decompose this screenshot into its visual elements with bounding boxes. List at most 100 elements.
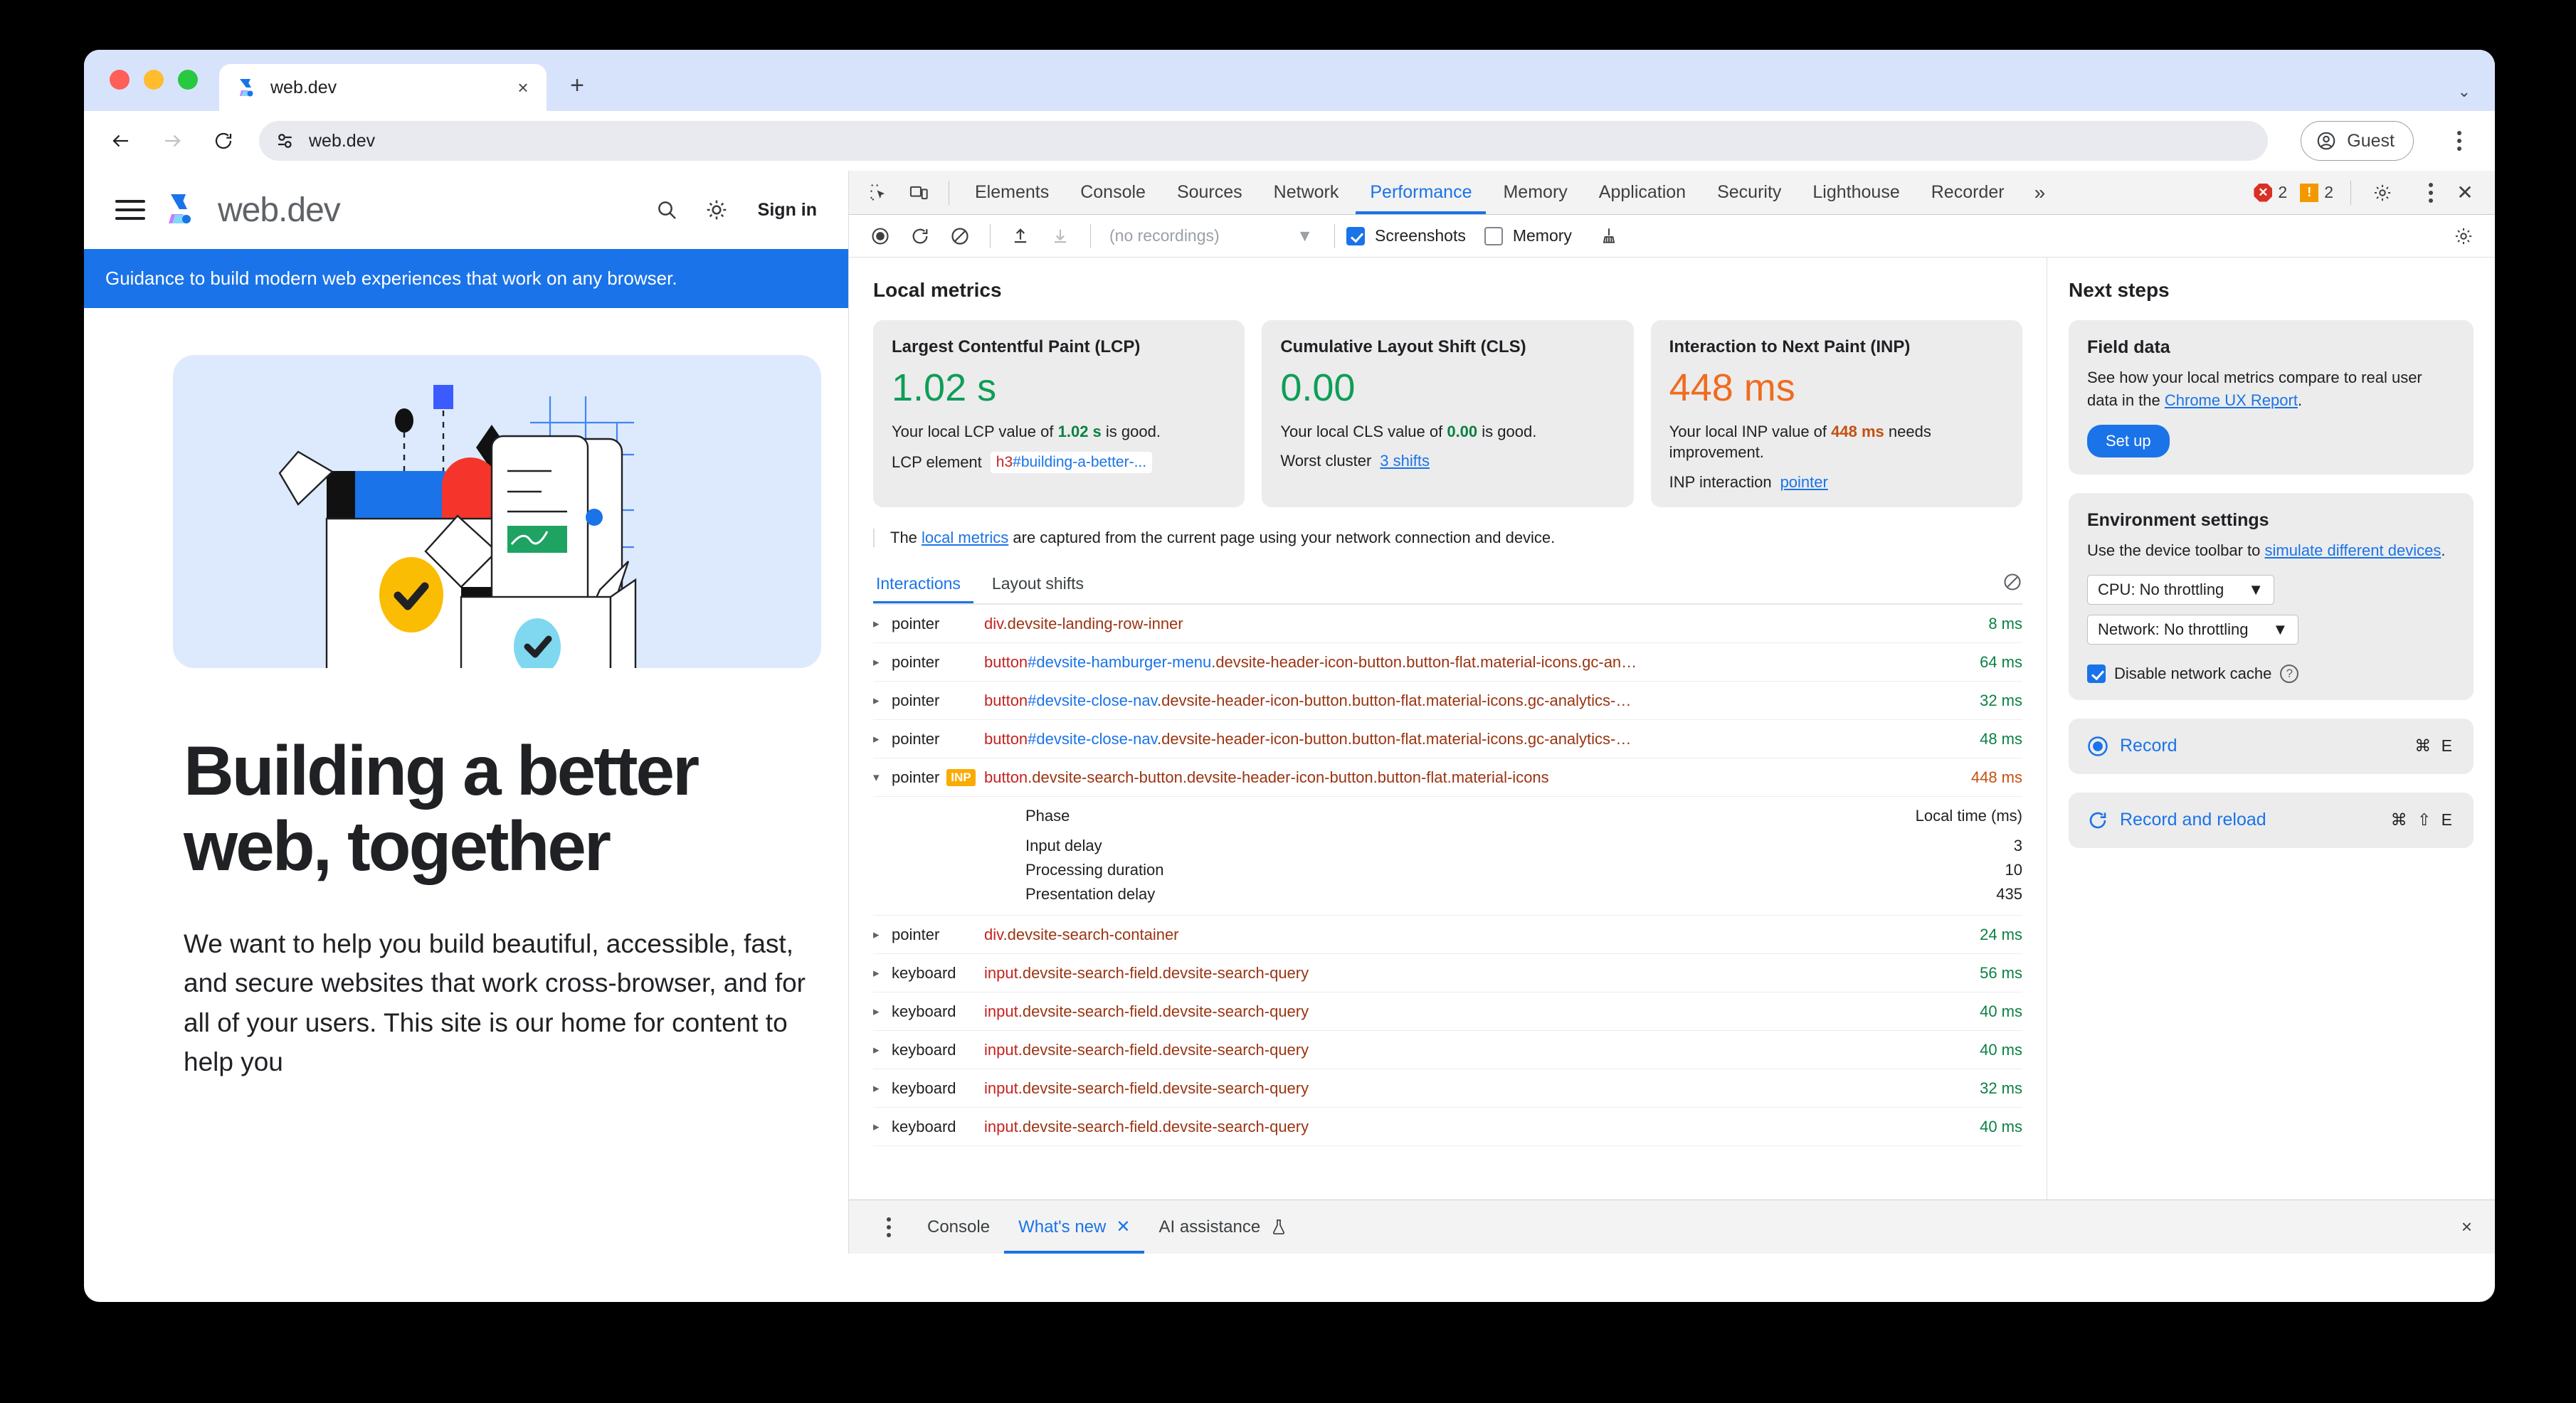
interaction-selector[interactable]: button#devsite-close-nav.devsite-header-…: [984, 692, 1937, 710]
minimize-window-button[interactable]: [144, 70, 164, 90]
capture-settings-icon[interactable]: [2445, 220, 2482, 253]
close-icon[interactable]: ✕: [2449, 181, 2481, 204]
tab-security[interactable]: Security: [1703, 171, 1795, 214]
warning-count-badge[interactable]: ! 2: [2296, 183, 2338, 202]
browser-menu-icon[interactable]: [2445, 131, 2474, 151]
expand-arrow-icon[interactable]: ▸: [873, 617, 892, 631]
record-button[interactable]: Record ⌘ E: [2069, 718, 2474, 774]
close-window-button[interactable]: [110, 70, 130, 90]
theme-toggle-icon[interactable]: [701, 194, 732, 226]
table-row[interactable]: ▸ pointer div.devsite-landing-row-inner …: [873, 605, 2022, 644]
tune-icon[interactable]: [275, 130, 296, 152]
reload-icon[interactable]: [208, 125, 239, 157]
table-row[interactable]: ▸ pointer button#devsite-close-nav.devsi…: [873, 720, 2022, 759]
chevron-down-icon[interactable]: ⌄: [2458, 83, 2471, 101]
browser-tab-webdev[interactable]: web.dev ×: [219, 64, 547, 111]
expand-arrow-icon[interactable]: ▸: [873, 655, 892, 669]
record-icon[interactable]: [862, 220, 899, 253]
tab-performance[interactable]: Performance: [1356, 171, 1486, 214]
table-row[interactable]: ▸ pointer button#devsite-hamburger-menu.…: [873, 643, 2022, 682]
devtools-menu-icon[interactable]: [2417, 182, 2445, 203]
memory-checkbox[interactable]: [1484, 226, 1503, 245]
expand-arrow-icon[interactable]: ▸: [873, 1043, 892, 1057]
hamburger-menu-icon[interactable]: [115, 200, 145, 220]
maximize-window-button[interactable]: [178, 70, 198, 90]
expand-arrow-icon[interactable]: ▸: [873, 694, 892, 708]
drawer-tab-ai-assistance[interactable]: AI assistance: [1144, 1201, 1302, 1254]
search-icon[interactable]: [651, 194, 682, 226]
tab-lighthouse[interactable]: Lighthouse: [1798, 171, 1913, 214]
address-bar[interactable]: web.dev: [259, 121, 2269, 161]
worst-cluster-link[interactable]: 3 shifts: [1380, 452, 1430, 470]
profile-button[interactable]: Guest: [2301, 121, 2414, 161]
expand-arrow-icon[interactable]: ▸: [873, 966, 892, 980]
download-profile-icon[interactable]: [1042, 220, 1079, 253]
lcp-element-chip[interactable]: h3#building-a-better-...: [990, 452, 1153, 474]
record-and-reload-icon[interactable]: [902, 220, 939, 253]
interaction-selector[interactable]: input.devsite-search-field.devsite-searc…: [984, 1002, 1937, 1021]
interaction-selector[interactable]: button.devsite-search-button.devsite-hea…: [984, 768, 1937, 787]
simulate-devices-link[interactable]: simulate different devices: [2264, 541, 2441, 559]
webdev-logo-icon[interactable]: [164, 191, 199, 228]
device-toolbar-icon[interactable]: [900, 177, 937, 208]
interaction-selector[interactable]: button#devsite-hamburger-menu.devsite-he…: [984, 653, 1937, 672]
recordings-dropdown[interactable]: (no recordings) ▼: [1102, 226, 1323, 245]
screenshots-checkbox[interactable]: [1346, 226, 1365, 245]
disable-network-cache-checkbox[interactable]: [2087, 664, 2106, 683]
record-and-reload-button[interactable]: Record and reload ⌘ ⇧ E: [2069, 792, 2474, 848]
drawer-close-icon[interactable]: ×: [2461, 1216, 2481, 1238]
interaction-selector[interactable]: div.devsite-landing-row-inner: [984, 615, 1937, 633]
more-tabs-icon[interactable]: »: [2022, 181, 2059, 204]
tab-memory[interactable]: Memory: [1489, 171, 1581, 214]
expand-arrow-icon[interactable]: ▸: [873, 928, 892, 942]
tab-sources[interactable]: Sources: [1163, 171, 1257, 214]
expand-arrow-icon[interactable]: ▸: [873, 732, 892, 746]
site-brand[interactable]: web.dev: [218, 191, 341, 230]
expand-arrow-icon[interactable]: ▸: [873, 1005, 892, 1019]
table-row-inp[interactable]: ▾ pointer INP button.devsite-search-butt…: [873, 758, 2022, 798]
table-row[interactable]: ▸ keyboard input.devsite-search-field.de…: [873, 1069, 2022, 1108]
table-row[interactable]: ▸ keyboard input.devsite-search-field.de…: [873, 954, 2022, 993]
interaction-selector[interactable]: div.devsite-search-container: [984, 926, 1937, 944]
interaction-selector[interactable]: button#devsite-close-nav.devsite-header-…: [984, 730, 1937, 748]
tab-console[interactable]: Console: [1066, 171, 1160, 214]
broom-icon[interactable]: [1590, 220, 1627, 253]
inp-interaction-link[interactable]: pointer: [1780, 473, 1828, 492]
subtab-layout-shifts[interactable]: Layout shifts: [989, 567, 1097, 603]
error-count-badge[interactable]: ✕ 2: [2249, 183, 2291, 202]
expand-arrow-icon[interactable]: ▸: [873, 1081, 892, 1096]
drawer-tab-whats-new[interactable]: What's new ✕: [1004, 1201, 1144, 1254]
question-icon[interactable]: ?: [2280, 664, 2299, 683]
table-row[interactable]: ▸ keyboard input.devsite-search-field.de…: [873, 1108, 2022, 1147]
back-icon[interactable]: [105, 125, 137, 157]
table-row[interactable]: ▸ keyboard input.devsite-search-field.de…: [873, 992, 2022, 1032]
interaction-selector[interactable]: input.devsite-search-field.devsite-searc…: [984, 964, 1937, 983]
forward-icon[interactable]: [157, 125, 188, 157]
subtab-interactions[interactable]: Interactions: [873, 567, 973, 603]
upload-profile-icon[interactable]: [1002, 220, 1039, 253]
cpu-throttling-select[interactable]: CPU: No throttling ▼: [2087, 574, 2275, 605]
tab-application[interactable]: Application: [1585, 171, 1700, 214]
network-throttling-select[interactable]: Network: No throttling ▼: [2087, 614, 2299, 645]
clear-icon[interactable]: [941, 220, 978, 253]
drawer-tab-console[interactable]: Console: [913, 1201, 1004, 1254]
gear-icon[interactable]: [2364, 177, 2401, 208]
tab-network[interactable]: Network: [1260, 171, 1353, 214]
table-row[interactable]: ▸ keyboard input.devsite-search-field.de…: [873, 1031, 2022, 1070]
close-icon[interactable]: ✕: [1116, 1217, 1130, 1237]
table-row[interactable]: ▸ pointer button#devsite-close-nav.devsi…: [873, 682, 2022, 721]
collapse-arrow-icon[interactable]: ▾: [873, 771, 892, 785]
clear-icon[interactable]: [2002, 572, 2022, 599]
drawer-menu-icon[interactable]: [875, 1217, 903, 1237]
interaction-selector[interactable]: input.devsite-search-field.devsite-searc…: [984, 1041, 1937, 1059]
close-icon[interactable]: ×: [512, 77, 534, 99]
interaction-selector[interactable]: input.devsite-search-field.devsite-searc…: [984, 1118, 1937, 1136]
tab-elements[interactable]: Elements: [961, 171, 1063, 214]
table-row[interactable]: ▸ pointer div.devsite-search-container 2…: [873, 916, 2022, 955]
inspect-element-icon[interactable]: [860, 177, 897, 208]
new-tab-button[interactable]: +: [562, 72, 592, 100]
chrome-ux-report-link[interactable]: Chrome UX Report: [2165, 391, 2298, 409]
tab-recorder[interactable]: Recorder: [1917, 171, 2019, 214]
sign-in-button[interactable]: Sign in: [758, 200, 817, 221]
interaction-selector[interactable]: input.devsite-search-field.devsite-searc…: [984, 1079, 1937, 1098]
